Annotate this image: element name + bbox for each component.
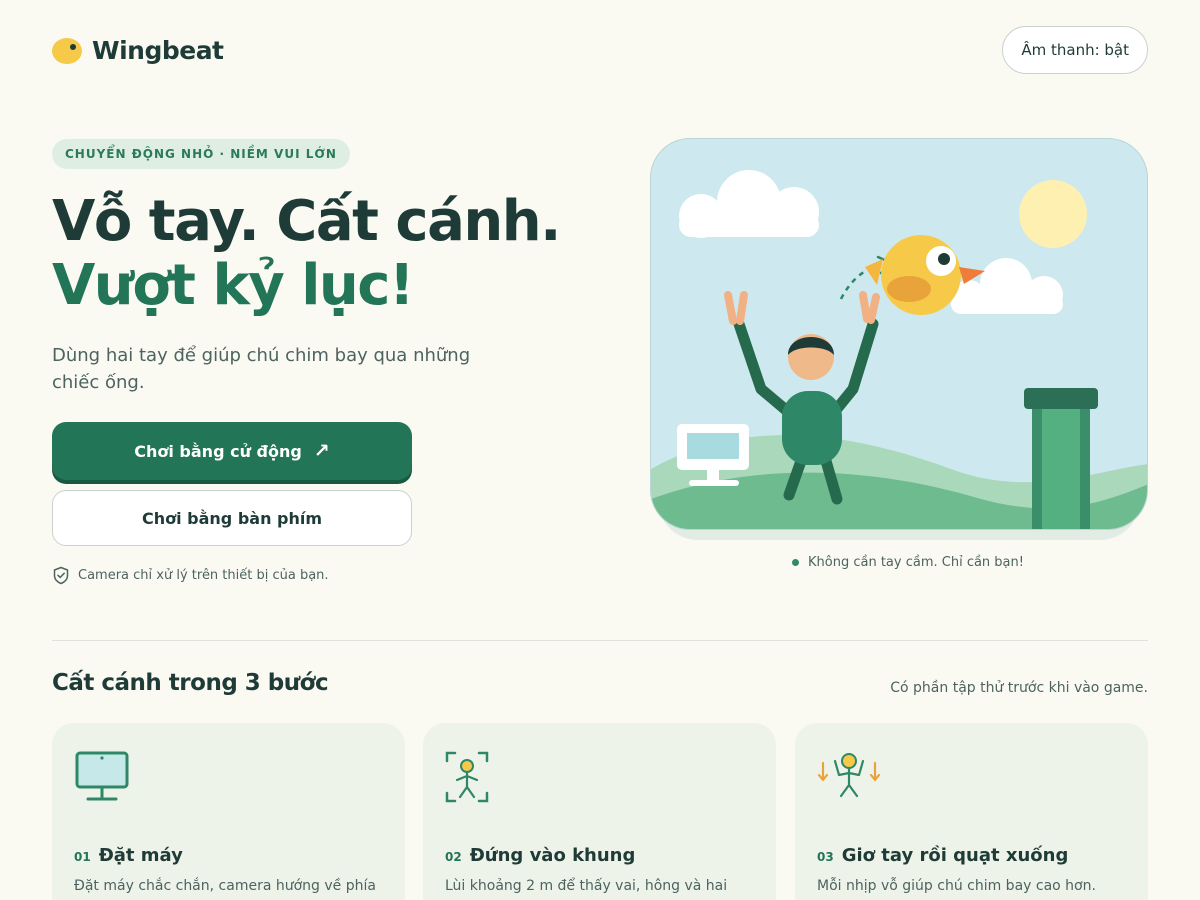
privacy-text: Camera chỉ xử lý trên thiết bị của bạn. (78, 568, 329, 583)
headline-line-1: Vỗ tay. Cất cánh. (52, 189, 561, 254)
step-title: Đặt máy (98, 845, 183, 866)
page-title: Vỗ tay. Cất cánh. Vượt kỷ lục! (52, 190, 592, 318)
shield-check-icon (53, 566, 69, 585)
person-frame-icon (445, 751, 754, 805)
cloud-left-icon (679, 170, 819, 238)
step-description: Mỗi nhịp vỗ giúp chú chim bay cao hơn. (817, 878, 1096, 894)
step-card-1: 01 Đặt máy Đặt máy chắc chắn, camera hướ… (52, 723, 405, 900)
step-description: Đặt máy chắc chắn, camera hướng về phía … (74, 878, 376, 900)
step-description: Lùi khoảng 2 m để thấy vai, hông và hai … (445, 878, 728, 900)
headline-line-2: Vượt kỷ lục! (52, 253, 414, 318)
step-number: 01 (74, 850, 91, 864)
tagline-badge: CHUYỂN ĐỘNG NHỎ · NIỀM VUI LỚN (52, 139, 350, 169)
steps-note: Có phần tập thử trước khi vào game. (890, 680, 1148, 696)
step-number: 02 (445, 850, 462, 864)
section-divider (52, 640, 1148, 641)
step-title: Giơ tay rồi quạt xuống (841, 845, 1069, 866)
status-dot-icon (792, 559, 799, 566)
hero-illustration (650, 138, 1148, 540)
sound-toggle-button[interactable]: Âm thanh: bật (1002, 26, 1148, 74)
hero-subtitle: Dùng hai tay để giúp chú chim bay qua nh… (52, 345, 471, 393)
step-title: Đứng vào khung (469, 845, 636, 866)
step-card-3: 03 Giơ tay rồi quạt xuống Mỗi nhịp vỗ gi… (795, 723, 1148, 900)
monitor-icon (74, 751, 383, 805)
sun-icon (1019, 180, 1087, 248)
brand-logo[interactable]: Wingbeat (52, 36, 224, 65)
cloud-right-icon (951, 258, 1063, 314)
play-with-motion-button[interactable]: Chơi bằng cử động ↗ (52, 422, 412, 480)
step-number: 03 (817, 850, 834, 864)
play-with-keyboard-button[interactable]: Chơi bằng bàn phím (52, 490, 412, 546)
privacy-note: Camera chỉ xử lý trên thiết bị của bạn. (52, 566, 329, 585)
arrow-up-right-icon: ↗ (313, 440, 330, 462)
step-card-2: 02 Đứng vào khung Lùi khoảng 2 m để thấy… (423, 723, 776, 900)
pipe-obstacle (1024, 388, 1098, 529)
caption-text: Không cần tay cầm. Chỉ cần bạn! (808, 555, 1024, 570)
game-scene (650, 138, 1148, 530)
header: Wingbeat Âm thanh: bật (52, 26, 1148, 74)
bird-logo-icon (52, 37, 82, 64)
play-with-motion-label: Chơi bằng cử động (134, 441, 302, 461)
flap-arms-icon (817, 751, 1126, 805)
illustration-caption: Không cần tay cầm. Chỉ cần bạn! (792, 555, 1024, 570)
brand-name: Wingbeat (92, 36, 224, 65)
steps-title: Cất cánh trong 3 bước (52, 670, 329, 696)
